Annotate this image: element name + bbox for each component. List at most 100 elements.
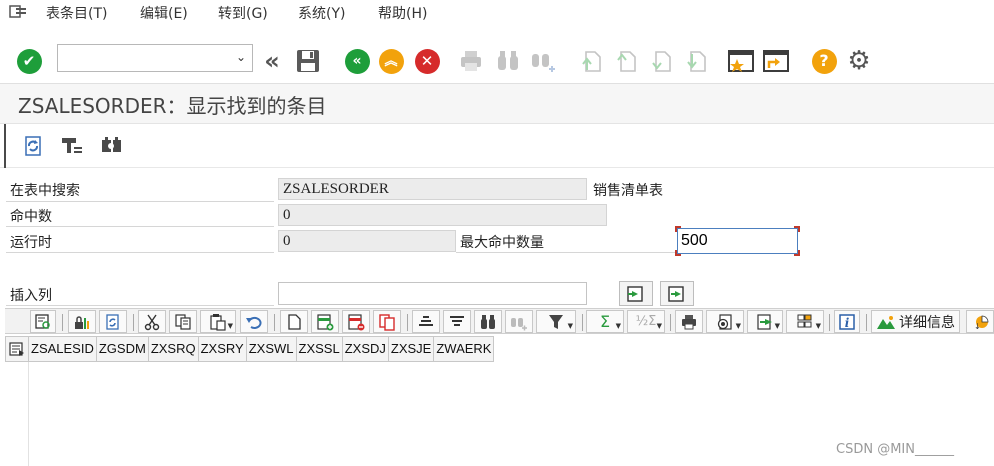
back-button[interactable]: « — [343, 47, 371, 75]
views-icon — [717, 313, 732, 330]
column-header[interactable]: ZXSDJ — [342, 336, 389, 362]
append-row-button[interactable] — [280, 310, 308, 333]
menu-bar: 表条目(T) 编辑(E) 转到(G) 系统(Y) 帮助(H) — [0, 0, 994, 28]
command-input[interactable] — [58, 45, 230, 71]
max-hits-input[interactable] — [677, 228, 798, 254]
create-session-button[interactable] — [727, 47, 755, 75]
first-page-icon — [582, 51, 601, 72]
column-header[interactable]: ZXSSL — [296, 336, 343, 362]
help-button[interactable]: ? — [810, 47, 838, 75]
change-lock-button[interactable] — [68, 310, 96, 333]
toolbar-marker — [4, 124, 6, 168]
filter-button[interactable]: ▼ — [536, 310, 576, 333]
delete-row-button[interactable] — [342, 310, 370, 333]
save-button[interactable] — [294, 47, 322, 75]
insert-row-icon — [317, 313, 334, 330]
generate-shortcut-button[interactable] — [762, 47, 790, 75]
command-field[interactable]: ⌄ — [57, 44, 253, 72]
select-all-button[interactable] — [5, 336, 29, 362]
focus-corner — [794, 250, 800, 256]
sort-descending-button[interactable] — [443, 310, 471, 333]
magnifier-list-icon — [35, 313, 50, 329]
toolbar-separator — [407, 314, 408, 331]
next-page-button — [647, 47, 675, 75]
svg-text:i: i — [845, 316, 850, 330]
duplicate-row-button[interactable] — [373, 310, 401, 333]
chart-button[interactable]: ↓ — [966, 310, 994, 333]
menu-system[interactable]: 系统(Y) — [298, 3, 345, 23]
append-column-button[interactable] — [660, 281, 694, 306]
watermark: CSDN @MIN______ — [836, 442, 954, 457]
exit-button[interactable]: ︽ — [377, 47, 405, 75]
search-table-label: 在表中搜索 — [10, 183, 80, 199]
info-button[interactable]: i — [834, 310, 860, 333]
column-header[interactable]: ZXSJE — [388, 336, 435, 362]
grid-header: ZSALESID ZGSDM ZXSRQ ZXSRY ZXSWL ZXSSL Z… — [5, 336, 495, 362]
export-button[interactable]: ▼ — [747, 310, 783, 333]
application-toolbar — [0, 124, 994, 168]
menu-edit[interactable]: 编辑(E) — [140, 3, 188, 23]
column-header[interactable]: ZSALESID — [29, 336, 97, 362]
details-view-button[interactable] — [30, 310, 56, 333]
focus-corner — [675, 226, 681, 232]
details-button[interactable]: 详细信息 — [871, 310, 960, 333]
dropdown-arrow-icon: ▼ — [615, 322, 621, 330]
info-icon: i — [839, 313, 855, 330]
insert-column-label: 插入列 — [10, 288, 52, 304]
layout-grid-icon — [797, 314, 812, 327]
insert-column-input[interactable] — [278, 282, 587, 305]
column-header[interactable]: ZXSWL — [246, 336, 297, 362]
settings-button[interactable]: ⚙ — [845, 46, 873, 76]
find-next-alv-button — [505, 310, 533, 333]
copy-button[interactable] — [169, 310, 197, 333]
chevron-down-icon[interactable]: ⌄ — [236, 50, 246, 64]
print-button — [457, 47, 485, 75]
next-page-icon — [652, 51, 671, 72]
insert-column-button[interactable] — [619, 281, 653, 306]
toolbar-separator — [274, 314, 275, 331]
paste-button[interactable]: ▼ — [200, 310, 236, 333]
help-icon: ? — [811, 48, 837, 74]
page-title: ZSALESORDER：显示找到的条目 — [18, 94, 327, 118]
layout-button[interactable]: ▼ — [786, 310, 824, 333]
print-preview-button[interactable] — [675, 310, 703, 333]
details-label: 详细信息 — [899, 314, 955, 331]
menu-goto[interactable]: 转到(G) — [218, 3, 268, 23]
svg-text:↓: ↓ — [974, 322, 981, 331]
mountain-image-icon — [877, 315, 895, 329]
toolbar-separator — [670, 314, 671, 331]
menu-table-entry[interactable]: 表条目(T) — [46, 3, 107, 23]
binoculars-plus-icon — [511, 317, 527, 330]
column-header[interactable]: ZWAERK — [434, 336, 495, 362]
previous-page-icon — [617, 51, 636, 72]
filter-icon — [549, 314, 563, 329]
divider — [6, 201, 274, 202]
selection-criteria-button[interactable] — [58, 132, 86, 160]
refresh-alv-button[interactable] — [99, 310, 127, 333]
cut-button[interactable] — [138, 310, 166, 333]
number-of-entries-button[interactable] — [97, 132, 125, 160]
menu-help[interactable]: 帮助(H) — [378, 3, 427, 23]
binoculars-icon — [481, 314, 495, 329]
undo-button[interactable] — [240, 310, 268, 333]
hits-field: 0 — [278, 204, 607, 226]
total-button[interactable]: Σ ▼ — [586, 310, 624, 333]
double-left-icon[interactable]: « — [258, 47, 286, 75]
menu-icon[interactable] — [8, 3, 28, 21]
column-header[interactable]: ZXSRQ — [148, 336, 199, 362]
column-header[interactable]: ZXSRY — [198, 336, 247, 362]
dropdown-arrow-icon: ▼ — [774, 322, 780, 330]
toolbar-separator — [62, 314, 63, 331]
find-alv-button[interactable] — [474, 310, 502, 333]
views-button[interactable]: ▼ — [706, 310, 744, 333]
insert-row-button[interactable] — [311, 310, 339, 333]
sort-ascending-button[interactable] — [412, 310, 440, 333]
toolbar-separator — [829, 314, 830, 331]
enter-button[interactable]: ✔ — [15, 47, 43, 75]
search-table-description: 销售清单表 — [593, 183, 663, 199]
column-header[interactable]: ZGSDM — [96, 336, 149, 362]
refresh-button[interactable] — [19, 132, 47, 160]
runtime-label: 运行时 — [10, 235, 52, 251]
back-icon: « — [344, 48, 370, 74]
cancel-button[interactable]: ✕ — [413, 47, 441, 75]
